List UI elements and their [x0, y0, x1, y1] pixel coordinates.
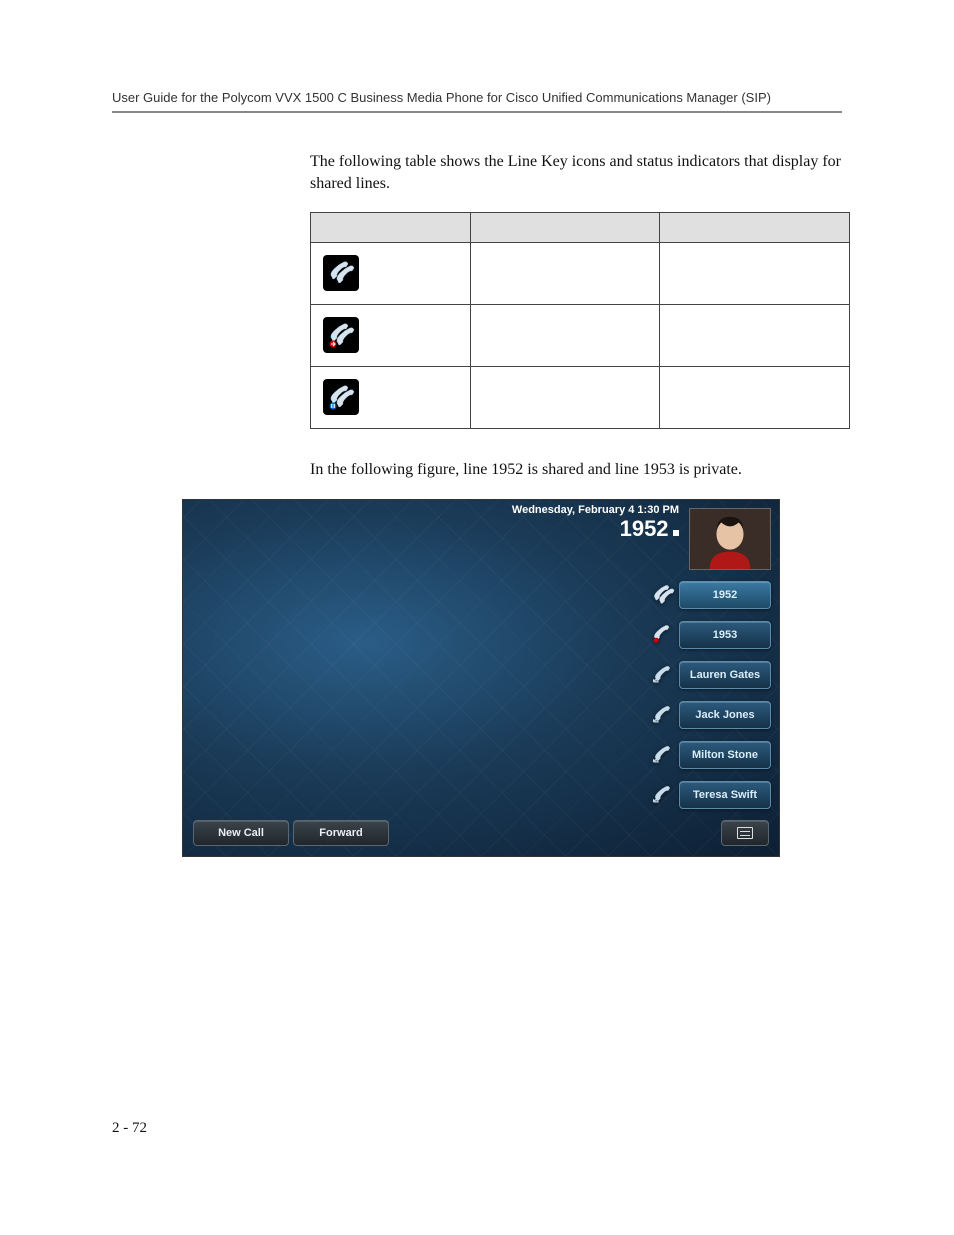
- table-header-col2: [470, 213, 660, 243]
- contact-icon: [651, 783, 675, 807]
- table-row: [311, 367, 850, 429]
- line-key-1953[interactable]: 1953: [651, 618, 771, 652]
- intro-paragraph: The following table shows the Line Key i…: [310, 151, 842, 194]
- table-header-col1: [311, 213, 471, 243]
- line-key-list: 1952 1953 Lauren Gates Jack Jones: [651, 578, 771, 818]
- menu-button[interactable]: [721, 820, 769, 846]
- menu-icon: [737, 827, 753, 839]
- speed-dial-jack-jones[interactable]: Jack Jones: [651, 698, 771, 732]
- table-header-col3: [660, 213, 850, 243]
- shared-handset-icon: [323, 255, 359, 291]
- contact-icon: [651, 703, 675, 727]
- figure-caption: In the following figure, line 1952 is sh…: [310, 459, 842, 481]
- line-key-1952[interactable]: 1952: [651, 578, 771, 612]
- page-number: 2 - 72: [112, 1120, 147, 1137]
- new-call-button[interactable]: New Call: [193, 820, 289, 846]
- avatar: [689, 508, 771, 570]
- speed-dial-teresa-swift[interactable]: Teresa Swift: [651, 778, 771, 812]
- line-key-label: Jack Jones: [679, 701, 771, 729]
- line-key-icon-table: [310, 212, 850, 429]
- forward-button[interactable]: Forward: [293, 820, 389, 846]
- line-key-label: 1952: [679, 581, 771, 609]
- contact-icon: [651, 743, 675, 767]
- shared-line-icon: [651, 583, 675, 607]
- phone-current-line: 1952: [620, 516, 669, 541]
- speed-dial-lauren-gates[interactable]: Lauren Gates: [651, 658, 771, 692]
- line-key-label: Lauren Gates: [679, 661, 771, 689]
- phone-datetime: Wednesday, February 4 1:30 PM: [183, 504, 679, 516]
- table-row: [311, 243, 850, 305]
- doc-header: User Guide for the Polycom VVX 1500 C Bu…: [112, 90, 842, 113]
- phone-top-bar: Wednesday, February 4 1:30 PM 1952: [183, 504, 679, 542]
- line-key-label: 1953: [679, 621, 771, 649]
- phone-screenshot: Wednesday, February 4 1:30 PM 1952 1952: [182, 499, 780, 857]
- line-key-label: Milton Stone: [679, 741, 771, 769]
- private-line-icon: [651, 623, 675, 647]
- line-indicator-icon: [673, 530, 679, 536]
- shared-handset-arrow-icon: [323, 317, 359, 353]
- line-key-label: Teresa Swift: [679, 781, 771, 809]
- speed-dial-milton-stone[interactable]: Milton Stone: [651, 738, 771, 772]
- table-row: [311, 305, 850, 367]
- shared-handset-hold-icon: [323, 379, 359, 415]
- softkey-bar: New Call Forward: [193, 820, 389, 846]
- contact-icon: [651, 663, 675, 687]
